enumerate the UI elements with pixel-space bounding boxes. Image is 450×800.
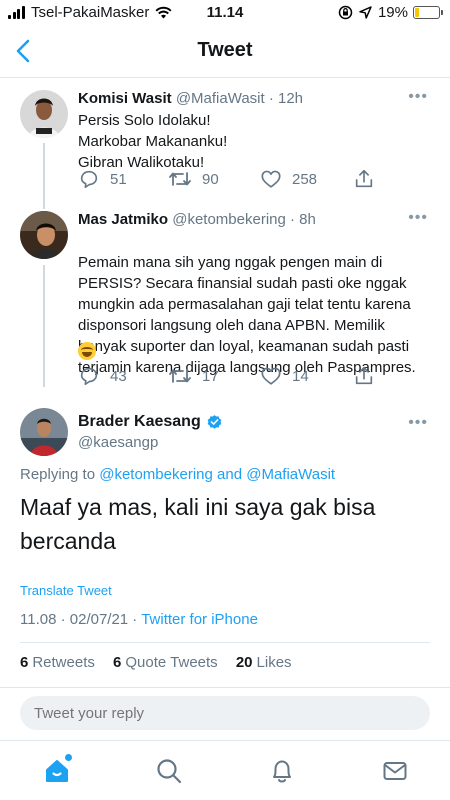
avatar[interactable]: [20, 211, 68, 259]
retweets-stat[interactable]: 6 Retweets: [20, 654, 95, 671]
source-link[interactable]: Twitter for iPhone: [141, 611, 258, 628]
reply-bar: [0, 687, 450, 739]
tweet-text-content: Pemain mana sih yang nggak pengen main d…: [78, 254, 416, 376]
quotes-count: 6: [113, 654, 122, 671]
mention-link[interactable]: @MafiaWasit: [246, 466, 335, 483]
tweet-mas-jatmiko[interactable]: Mas Jatmiko @ketombekering · 8h ••• Pema…: [0, 0, 450, 400]
avatar[interactable]: [20, 408, 68, 456]
retweets-count: 6: [20, 654, 29, 671]
likes-count: 20: [235, 654, 253, 671]
replying-to: Replying to @ketombekering and @MafiaWas…: [20, 466, 335, 483]
retweet-button[interactable]: 17: [168, 365, 219, 387]
share-icon: [355, 366, 373, 385]
tweet-timestamp: 11.08 · 02/07/21 · Twitter for iPhone: [20, 611, 258, 628]
more-icon[interactable]: •••: [408, 209, 428, 227]
replying-prefix: Replying to: [20, 466, 96, 483]
like-icon: [261, 367, 281, 385]
tweet-text: Maaf ya mas, kali ini saya gak bisa berc…: [20, 494, 376, 554]
translate-tweet-link[interactable]: Translate Tweet: [20, 583, 112, 598]
author-meta: @ketombekering · 8h: [172, 211, 316, 228]
tab-notifications[interactable]: [268, 757, 296, 785]
retweets-label: Retweets: [32, 654, 95, 671]
notification-dot: [65, 754, 72, 761]
search-icon: [157, 759, 182, 784]
divider: [20, 642, 430, 643]
replying-and[interactable]: and: [217, 466, 242, 483]
more-icon[interactable]: •••: [408, 414, 428, 432]
author-name[interactable]: Brader Kaesang: [78, 413, 223, 431]
tab-home[interactable]: [43, 754, 72, 785]
tweet-stats: 6 Retweets 6 Quote Tweets 20 Likes: [20, 654, 306, 671]
tab-bar: [0, 740, 450, 800]
home-icon: [46, 760, 68, 782]
reply-input[interactable]: [20, 696, 430, 730]
tweet-header: Mas Jatmiko @ketombekering · 8h: [78, 211, 316, 228]
verified-icon: [207, 414, 222, 429]
tab-messages[interactable]: [381, 757, 409, 785]
timestamp-text: 11.08 · 02/07/21 ·: [20, 611, 142, 628]
notifications-icon: [273, 760, 291, 783]
likes-stat[interactable]: 20 Likes: [236, 654, 292, 671]
author-name[interactable]: Mas Jatmiko: [78, 211, 168, 228]
quotes-label: Quote Tweets: [125, 654, 218, 671]
retweet-count: 17: [202, 367, 219, 385]
likes-label: Likes: [256, 654, 292, 671]
reply-count: 43: [110, 367, 127, 385]
quote-tweets-stat[interactable]: 6 Quote Tweets: [113, 654, 218, 671]
messages-icon: [383, 762, 407, 780]
tweet-actions: 43 17 14: [78, 365, 378, 389]
laughing-tears-emoji: [78, 342, 96, 360]
reply-button[interactable]: 43: [78, 365, 127, 387]
retweet-icon: [169, 369, 191, 383]
mention-link[interactable]: @ketombekering: [99, 466, 213, 483]
tab-search[interactable]: [155, 757, 183, 785]
author-name-text: Brader Kaesang: [78, 413, 201, 430]
tweet-text: Pemain mana sih yang nggak pengen main d…: [78, 231, 423, 378]
reply-icon: [80, 367, 98, 386]
like-button[interactable]: 14: [260, 365, 309, 387]
share-button[interactable]: [353, 365, 385, 387]
like-count: 14: [292, 367, 309, 385]
author-handle: @kaesangp: [78, 434, 159, 451]
